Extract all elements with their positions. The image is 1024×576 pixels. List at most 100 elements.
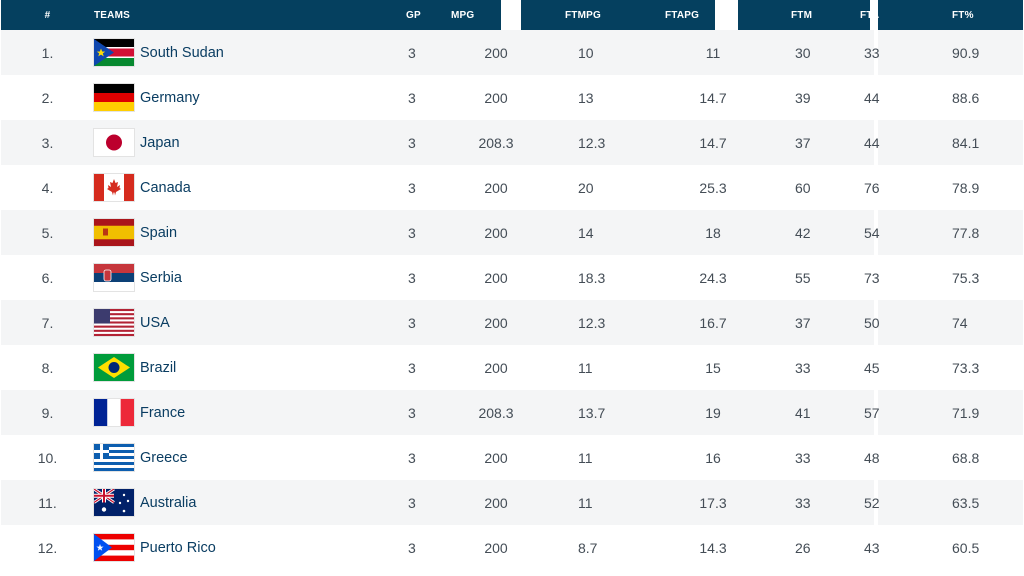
- team-cell[interactable]: Greece: [94, 435, 358, 480]
- mpg-cell: 200: [484, 89, 508, 106]
- ftapg-cell: 18: [705, 224, 721, 241]
- germany-flag-icon: [94, 84, 134, 111]
- rank-cell: 4.: [41, 179, 54, 196]
- team-cell[interactable]: Puerto Rico: [94, 525, 358, 570]
- ftm-cell: 41: [795, 404, 811, 421]
- header-ftmpg[interactable]: FTMPG: [521, 0, 688, 30]
- fta-cell: 43: [864, 539, 880, 556]
- ft-pct-cell: 74: [952, 314, 968, 331]
- table-row: 9. France 3 208.3 13.7 19 41 57 71.9: [1, 390, 1023, 435]
- table-row: 4. Canada 3 200 20 25.3 60 76 78.9: [1, 165, 1023, 210]
- team-cell[interactable]: Serbia: [94, 255, 358, 300]
- ftapg-cell: 15: [705, 359, 721, 376]
- table-row: 5. Spain 3 200 14 18 42 54 77.8: [1, 210, 1023, 255]
- canada-flag-icon: [94, 174, 134, 201]
- gp-cell: 3: [408, 269, 416, 286]
- mpg-cell: 200: [484, 179, 508, 196]
- ftmpg-cell: 13: [578, 89, 594, 106]
- ftmpg-cell: 11: [578, 449, 593, 466]
- table-row: 10. Greece 3 200 11 16 33 48 68.8: [1, 435, 1023, 480]
- table-row: 3. Japan 3 208.3 12.3 14.7 37 44 84.1: [1, 120, 1023, 165]
- ftm-cell: 33: [795, 359, 811, 376]
- ft-pct-cell: 90.9: [952, 44, 980, 61]
- team-cell[interactable]: Canada: [94, 165, 358, 210]
- ftm-cell: 42: [795, 224, 811, 241]
- ft-pct-cell: 84.1: [952, 134, 980, 151]
- ftmpg-cell: 10: [578, 44, 594, 61]
- team-cell[interactable]: Brazil: [94, 345, 358, 390]
- ft-pct-cell: 71.9: [952, 404, 980, 421]
- ftm-cell: 30: [795, 44, 811, 61]
- usa-flag-icon: [94, 309, 134, 336]
- team-name[interactable]: Spain: [140, 225, 177, 241]
- ftm-cell: 60: [795, 179, 811, 196]
- team-cell[interactable]: France: [94, 390, 358, 435]
- fta-cell: 48: [864, 449, 880, 466]
- rank-cell: 7.: [41, 314, 54, 331]
- team-name[interactable]: France: [140, 405, 185, 421]
- header-teams[interactable]: TEAMS: [94, 0, 358, 30]
- header-rank[interactable]: #: [1, 0, 94, 30]
- team-cell[interactable]: Spain: [94, 210, 358, 255]
- rank-cell: 9.: [41, 404, 54, 421]
- header-ftapg[interactable]: FTAPG: [665, 0, 715, 30]
- header-mpg[interactable]: MPG: [451, 0, 501, 30]
- team-name[interactable]: Brazil: [140, 360, 176, 376]
- ftmpg-cell: 11: [578, 494, 593, 511]
- header-ft-pct[interactable]: FT%: [878, 0, 1023, 30]
- ft-pct-cell: 73.3: [952, 359, 980, 376]
- gp-cell: 3: [408, 134, 416, 151]
- gp-cell: 3: [408, 539, 416, 556]
- fta-cell: 52: [864, 494, 880, 511]
- ftapg-cell: 24.3: [699, 269, 727, 286]
- team-cell[interactable]: USA: [94, 300, 358, 345]
- fta-cell: 57: [864, 404, 880, 421]
- ftmpg-cell: 12.3: [578, 314, 606, 331]
- south-sudan-flag-icon: [94, 39, 134, 66]
- rank-cell: 5.: [41, 224, 54, 241]
- team-cell[interactable]: Australia: [94, 480, 358, 525]
- japan-flag-icon: [94, 129, 134, 156]
- gp-cell: 3: [408, 359, 416, 376]
- ftm-cell: 39: [795, 89, 811, 106]
- header-ftm[interactable]: FTM: [738, 0, 868, 30]
- greece-flag-icon: [94, 444, 134, 471]
- ft-pct-cell: 68.8: [952, 449, 980, 466]
- ftapg-cell: 14.7: [699, 134, 727, 151]
- fta-cell: 54: [864, 224, 880, 241]
- ftm-cell: 33: [795, 449, 811, 466]
- ft-pct-cell: 60.5: [952, 539, 980, 556]
- team-name[interactable]: USA: [140, 315, 170, 331]
- ftmpg-cell: 20: [578, 179, 594, 196]
- header-fta[interactable]: FTA: [860, 0, 879, 30]
- team-name[interactable]: Germany: [140, 90, 200, 106]
- fta-cell: 73: [864, 269, 880, 286]
- team-cell[interactable]: Japan: [94, 120, 358, 165]
- fta-cell: 50: [864, 314, 880, 331]
- team-name[interactable]: Puerto Rico: [140, 540, 216, 556]
- fta-cell: 45: [864, 359, 880, 376]
- fta-cell: 44: [864, 89, 880, 106]
- team-name[interactable]: Canada: [140, 180, 191, 196]
- rank-cell: 2.: [41, 89, 54, 106]
- gp-cell: 3: [408, 44, 416, 61]
- team-cell[interactable]: Germany: [94, 75, 358, 120]
- rank-cell: 8.: [41, 359, 54, 376]
- ftmpg-cell: 12.3: [578, 134, 606, 151]
- team-name[interactable]: Serbia: [140, 270, 182, 286]
- team-name[interactable]: Greece: [140, 450, 188, 466]
- rank-cell: 11.: [38, 494, 57, 511]
- team-cell[interactable]: South Sudan: [94, 30, 358, 75]
- mpg-cell: 200: [484, 314, 508, 331]
- ft-pct-cell: 63.5: [952, 494, 980, 511]
- mpg-cell: 208.3: [478, 134, 514, 151]
- team-name[interactable]: Japan: [140, 135, 180, 151]
- gp-cell: 3: [408, 449, 416, 466]
- ftapg-cell: 16.7: [699, 314, 727, 331]
- team-name[interactable]: South Sudan: [140, 45, 224, 61]
- team-name[interactable]: Australia: [140, 495, 196, 511]
- stats-table-container: # TEAMS GP MPG FTMPG FTAPG FTM FTA FT% 1…: [1, 0, 1023, 570]
- ftm-cell: 55: [795, 269, 811, 286]
- ftmpg-cell: 18.3: [578, 269, 606, 286]
- mpg-cell: 200: [484, 494, 508, 511]
